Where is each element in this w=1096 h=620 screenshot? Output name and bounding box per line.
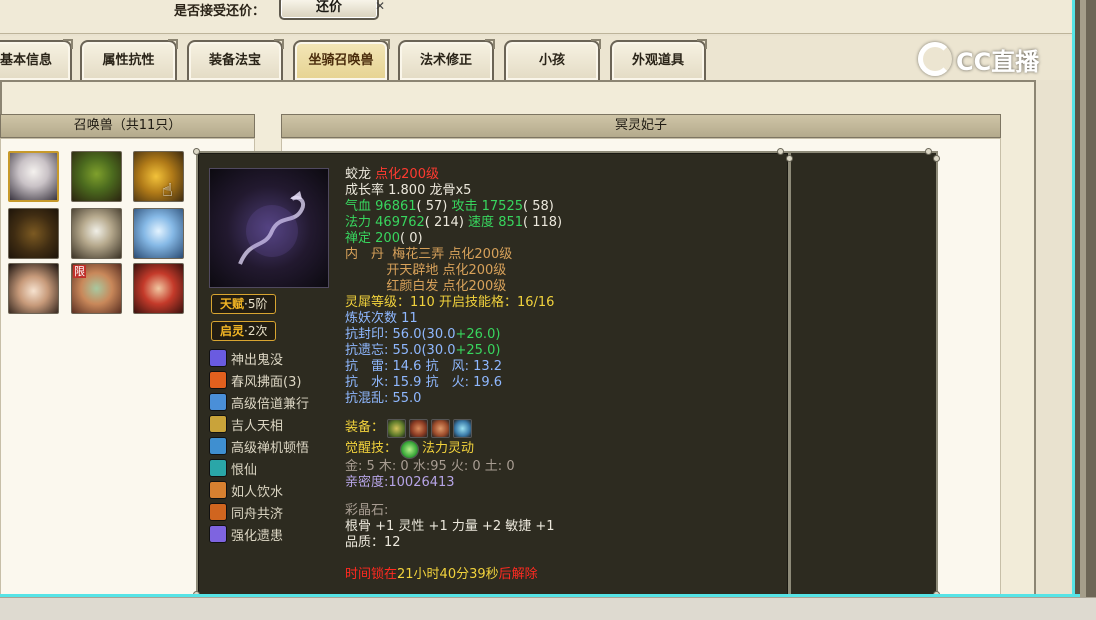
time-lock-row: 时间锁在21小时40分39秒后解除 <box>345 567 538 582</box>
skill-item: 春风拂面(3) <box>209 370 301 390</box>
skill-item: 高级禅机顿悟 <box>209 436 309 456</box>
zen-skill-icon <box>209 437 227 455</box>
bottom-strip <box>0 597 1096 620</box>
rivet-icon <box>777 148 784 155</box>
hand-cursor-icon: ☝ <box>162 180 173 201</box>
skill-item: 强化遗患 <box>209 524 283 544</box>
inner-core-row: 内 丹 梅花三弄 点化200级 <box>345 247 513 262</box>
ghost-skill-icon <box>209 349 227 367</box>
close-icon: ✕ <box>374 0 385 13</box>
pet-thumb-armored-warrior-portrait[interactable] <box>71 208 122 259</box>
tab-equipment[interactable]: 装备法宝 <box>187 39 284 80</box>
bargain-label: 是否接受还价： <box>174 4 266 19</box>
rivet-icon <box>786 155 793 162</box>
equipment-row: 装备： <box>345 417 785 439</box>
dragon-silhouette-icon <box>238 191 305 265</box>
crystal-quality-row: 品质：12 <box>345 535 401 550</box>
top-strip <box>0 0 1072 34</box>
refine-row: 炼妖次数 11 <box>345 311 418 326</box>
skill-item: 如人饮水 <box>209 480 283 500</box>
forget-resist-row: 抗遗忘: 55.0(30.0+25.0) <box>345 343 501 358</box>
rivet-icon <box>193 148 200 155</box>
counter-offer-button[interactable]: 还价 ✕ <box>279 0 385 20</box>
summon-stats: 蛟龙 点化200级 成长率 1.800 龙骨x5 气血 96861( 57) 攻… <box>345 167 785 583</box>
counter-offer-label: 还价 <box>315 0 342 15</box>
curse-skill-icon <box>209 525 227 543</box>
dragon-portrait <box>209 168 329 288</box>
rivet-icon <box>933 155 940 162</box>
intimacy-row: 亲密度:10026413 <box>345 475 455 490</box>
rivet-icon <box>925 148 932 155</box>
skill-item: 恨仙 <box>209 458 257 478</box>
tab-spell-correction[interactable]: 法术修正 <box>398 39 495 80</box>
pet-thumb-brown-beast-portrait[interactable] <box>8 208 59 259</box>
window-edge <box>1072 0 1096 600</box>
talent-badge: 天赋·5阶 <box>211 294 277 314</box>
pet-thumb-ice-crystal-portrait[interactable] <box>133 208 184 259</box>
enlighten-badge: 启灵·2次 <box>211 321 277 341</box>
fortune-skill-icon <box>209 415 227 433</box>
summon-name-title: 冥灵妃子 <box>281 114 1001 138</box>
dash-skill-icon <box>209 393 227 411</box>
red-claw-equip-icon[interactable] <box>431 418 451 438</box>
summon-list-title: 召唤兽（共11只） <box>0 114 255 138</box>
thunder-wind-resist-row: 抗 雷: 14.6 抗 风: 13.2 <box>345 359 503 374</box>
crystal-title-row: 彩晶石: <box>345 503 389 518</box>
name-row: 蛟龙 点化200级 <box>345 167 439 182</box>
tab-attributes[interactable]: 属性抗性 <box>80 39 178 80</box>
mp-spd-row: 法力 469762( 214) 速度 851( 118) <box>345 215 563 230</box>
awaken-skill-row: 觉醒技： 法力灵动 <box>345 439 785 459</box>
ring-skill-icon <box>209 459 227 477</box>
skill-item: 高级倍道兼行 <box>209 392 309 412</box>
cc-logo-icon <box>918 42 952 76</box>
tab-basic-info[interactable]: 基本信息 <box>0 39 73 80</box>
water-skill-icon <box>209 481 227 499</box>
tab-appearance-items[interactable]: 外观道具 <box>610 39 707 80</box>
elements-row: 金: 5 木: 0 水:95 火: 0 土: 0 <box>345 459 515 474</box>
boat-skill-icon <box>209 503 227 521</box>
crystal-attr-row: 根骨 +1 灵性 +1 力量 +2 敏捷 +1 <box>345 519 555 534</box>
green-ring-equip-icon[interactable] <box>387 418 407 438</box>
red-armor-equip-icon[interactable] <box>409 418 429 438</box>
spirit-row: 灵犀等级：110 开启技能格：16/16 <box>345 295 555 310</box>
pet-thumb-red-kid-portrait[interactable] <box>133 263 184 314</box>
flame-skill-icon <box>209 371 227 389</box>
chaos-resist-row: 抗混乱: 55.0 <box>345 391 422 406</box>
zen-row: 禅定 200( 0) <box>345 231 423 246</box>
inner-core-row: 红颜白发 点化200级 <box>386 279 507 294</box>
pet-thumb-white-twin-beast-portrait[interactable] <box>8 151 59 202</box>
blue-gem-equip-icon[interactable] <box>453 418 473 438</box>
summon-tooltip-extension <box>790 151 938 598</box>
limited-badge: 限 <box>73 265 86 278</box>
pet-thumb-lady-portrait[interactable] <box>8 263 59 314</box>
pet-thumb-fan-monk-portrait[interactable]: 限 <box>71 263 122 314</box>
cc-live-watermark: CC直播 <box>918 40 1039 78</box>
tab-mounts-summons[interactable]: 坐骑召唤兽 <box>293 39 390 80</box>
awaken-skill-icon <box>400 439 420 459</box>
growth-row: 成长率 1.800 龙骨x5 <box>345 183 472 198</box>
tab-children[interactable]: 小孩 <box>504 39 601 80</box>
skill-item: 吉人天相 <box>209 414 283 434</box>
seal-resist-row: 抗封印: 56.0(30.0+26.0) <box>345 327 501 342</box>
hp-atk-row: 气血 96861( 57) 攻击 17525( 58) <box>345 199 554 214</box>
skill-item: 同舟共济 <box>209 502 283 522</box>
pet-thumb-green-ogre-portrait[interactable] <box>71 151 122 202</box>
skill-item: 神出鬼没 <box>209 348 283 368</box>
water-fire-resist-row: 抗 水: 15.9 抗 火: 19.6 <box>345 375 503 390</box>
inner-core-row: 开天辟地 点化200级 <box>386 263 507 278</box>
pet-thumb-golden-beast-portrait[interactable] <box>133 151 184 202</box>
